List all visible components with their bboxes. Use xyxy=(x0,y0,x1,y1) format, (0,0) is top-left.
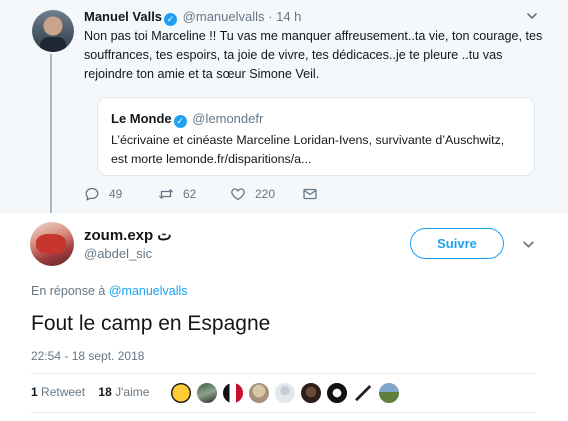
author-name[interactable]: zoum.exp ت xyxy=(84,226,171,244)
retweet-stat-label: Retweet xyxy=(41,385,86,399)
tweet-time[interactable]: 14 h xyxy=(276,9,301,24)
retweet-count: 62 xyxy=(183,187,197,201)
heart-icon xyxy=(231,188,245,201)
reply-button[interactable]: 49 xyxy=(84,186,122,202)
likers-avatars xyxy=(170,382,404,404)
tweet-text: Non pas toi Marceline !! Tu vas me manqu… xyxy=(84,29,543,81)
retweet-icon xyxy=(159,189,173,199)
in-reply-to: En réponse à @manuelvalls xyxy=(31,284,188,298)
like-stat-label: J'aime xyxy=(115,385,150,399)
thread-connector xyxy=(50,54,52,214)
reply-count: 49 xyxy=(109,187,123,201)
liker-avatar[interactable] xyxy=(248,382,270,404)
quoted-tweet[interactable]: Le Monde ✓ @lemondefr L’écrivaine et ciné… xyxy=(97,97,535,176)
reply-icon xyxy=(85,187,99,201)
liker-avatar[interactable] xyxy=(196,382,218,404)
liker-avatar[interactable] xyxy=(222,382,244,404)
tweet-timestamp[interactable]: 22:54 - 18 sept. 2018 xyxy=(31,349,144,363)
retweets-stat[interactable]: 1 Retweet xyxy=(31,385,85,399)
liker-avatar[interactable] xyxy=(326,382,348,404)
tweet-stats: 1 Retweet 18 J'aime xyxy=(31,385,149,399)
quoted-author-name: Le Monde xyxy=(111,111,172,126)
direct-message-button[interactable] xyxy=(302,186,318,202)
parent-tweet[interactable]: Manuel Valls ✓ @manuelvalls · 14 h Non pa… xyxy=(0,0,568,214)
author-handle[interactable]: @manuelvalls xyxy=(183,9,265,24)
author-handle[interactable]: @abdel_sic xyxy=(84,246,152,261)
envelope-icon xyxy=(303,188,317,200)
quoted-tweet-text: L’écrivaine et cinéaste Marceline Lorida… xyxy=(111,133,505,166)
like-button[interactable]: 220 xyxy=(230,186,275,202)
liker-avatar[interactable] xyxy=(170,382,192,404)
chevron-down-icon[interactable] xyxy=(522,238,535,251)
tweet-text: Fout le camp en Espagne xyxy=(31,312,271,335)
avatar[interactable] xyxy=(30,222,74,266)
retweet-button[interactable]: 62 xyxy=(158,186,196,202)
chevron-down-icon[interactable] xyxy=(526,10,538,22)
parent-tweet-header: Manuel Valls ✓ @manuelvalls · 14 h xyxy=(84,9,301,26)
in-reply-handle-link[interactable]: @manuelvalls xyxy=(109,284,188,298)
avatar[interactable] xyxy=(32,10,74,52)
follow-button[interactable]: Suivre xyxy=(410,228,504,259)
in-reply-prefix: En réponse à xyxy=(31,284,106,298)
author-name[interactable]: Manuel Valls xyxy=(84,9,162,24)
quoted-author-handle: @lemondefr xyxy=(192,111,264,126)
verified-icon: ✓ xyxy=(173,115,187,128)
like-stat-count: 18 xyxy=(98,385,112,399)
verified-icon: ✓ xyxy=(164,13,178,26)
liker-avatar[interactable] xyxy=(300,382,322,404)
divider xyxy=(31,373,536,374)
likes-stat[interactable]: 18 J'aime xyxy=(98,385,149,399)
liker-avatar[interactable] xyxy=(352,382,374,404)
retweet-stat-count: 1 xyxy=(31,385,38,399)
liker-avatar[interactable] xyxy=(378,382,400,404)
separator: · xyxy=(268,9,273,24)
reply-tweet: zoum.exp ت @abdel_sic Suivre En réponse … xyxy=(0,213,568,421)
quoted-tweet-header: Le Monde ✓ @lemondefr xyxy=(111,111,263,128)
liker-avatar[interactable] xyxy=(274,382,296,404)
like-count: 220 xyxy=(255,187,276,201)
divider xyxy=(31,412,536,413)
